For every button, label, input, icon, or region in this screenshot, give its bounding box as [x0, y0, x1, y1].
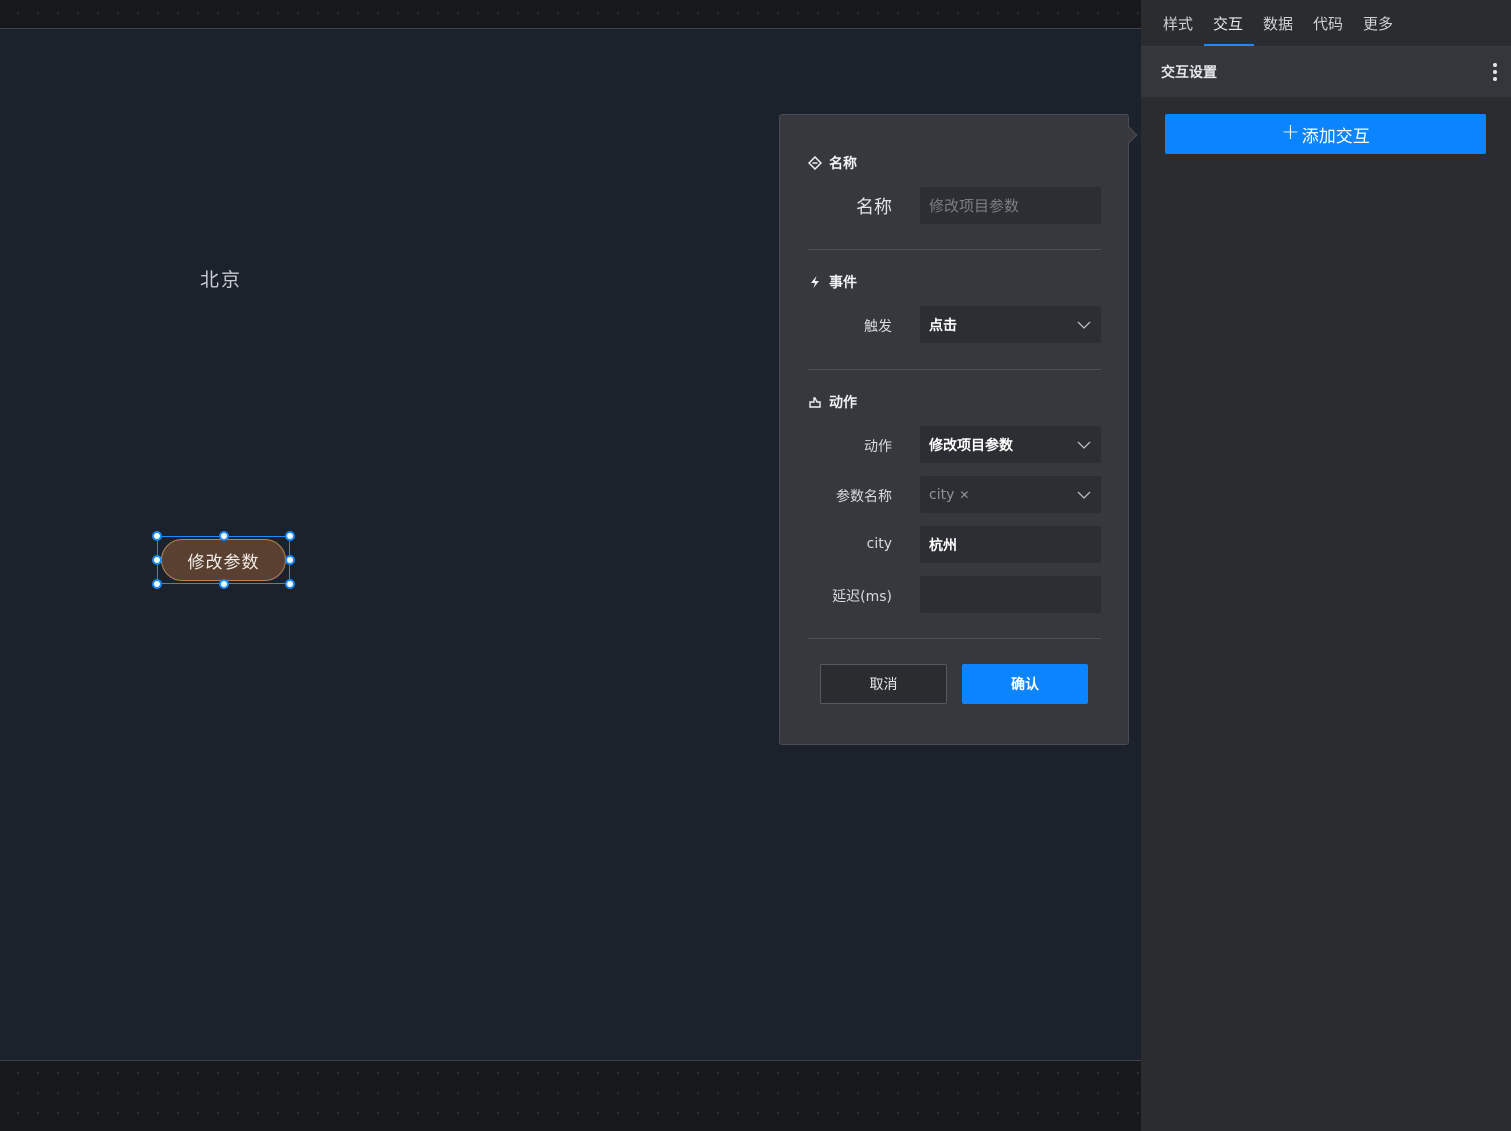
more-vertical-icon[interactable] [1491, 62, 1499, 82]
action-select-value: 修改项目参数 [929, 437, 1013, 454]
action-icon [809, 397, 821, 408]
divider [808, 638, 1101, 639]
modify-params-button-component[interactable]: 修改参数 [161, 539, 286, 581]
name-section-header: 名称 [808, 153, 857, 173]
action-label: 动作 [864, 439, 892, 455]
name-label: 名称 [856, 197, 892, 218]
chevron-down-icon [1077, 321, 1091, 329]
event-section-title: 事件 [829, 275, 857, 291]
trigger-select-value: 点击 [929, 317, 957, 334]
name-input-placeholder: 修改项目参数 [929, 197, 1020, 215]
remove-tag-icon[interactable]: ✕ [959, 488, 969, 502]
param-tag-label: city [929, 486, 955, 503]
selected-component-frame[interactable]: 修改参数 [152, 531, 295, 589]
resize-handle-left[interactable] [152, 555, 162, 565]
panel-tabs: 样式 交互 数据 代码 更多 [1141, 0, 1511, 47]
chevron-down-icon [1077, 491, 1091, 499]
plus-icon: + [1281, 120, 1300, 145]
divider [808, 249, 1101, 250]
delay-label: 延迟(ms) [832, 589, 892, 605]
param-name-select[interactable]: city ✕ [920, 476, 1101, 513]
text-component-city[interactable]: 北京 [200, 265, 242, 292]
cancel-button[interactable]: 取消 [820, 664, 947, 704]
resize-handle-top-left[interactable] [152, 531, 162, 541]
action-section-header: 动作 [808, 392, 857, 412]
tab-interaction[interactable]: 交互 [1203, 0, 1254, 46]
right-property-panel: 样式 交互 数据 代码 更多 交互设置 + 添加交互 [1141, 0, 1511, 1131]
interaction-settings-header: 交互设置 [1141, 47, 1511, 97]
chevron-down-icon [1077, 441, 1091, 449]
lightning-icon [811, 276, 819, 288]
trigger-label: 触发 [864, 319, 892, 335]
name-input[interactable]: 修改项目参数 [920, 187, 1101, 224]
resize-handle-top[interactable] [219, 531, 229, 541]
add-interaction-button[interactable]: + 添加交互 [1165, 114, 1486, 154]
divider [808, 369, 1101, 370]
delay-input[interactable] [920, 576, 1101, 613]
tab-style[interactable]: 样式 [1153, 0, 1203, 46]
action-section-title: 动作 [829, 395, 857, 411]
tab-code[interactable]: 代码 [1303, 0, 1353, 46]
city-value-input[interactable]: 杭州 [920, 526, 1101, 563]
add-interaction-label: 添加交互 [1301, 126, 1370, 147]
city-value-text: 杭州 [929, 537, 957, 554]
tab-data[interactable]: 数据 [1253, 0, 1303, 46]
resize-handle-bottom-right[interactable] [285, 579, 295, 589]
tab-more[interactable]: 更多 [1353, 0, 1403, 46]
name-section-title: 名称 [829, 156, 857, 172]
tag-icon [808, 156, 822, 170]
param-tag: city ✕ [929, 487, 969, 503]
resize-handle-bottom[interactable] [219, 579, 229, 589]
param-name-label: 参数名称 [836, 489, 892, 505]
section-title: 交互设置 [1161, 65, 1217, 81]
action-select[interactable]: 修改项目参数 [920, 426, 1101, 463]
interaction-editor-popover: 名称 名称 修改项目参数 事件 触发 点击 动作 动作 修改项目参数 参数名称 … [779, 114, 1138, 745]
resize-handle-right[interactable] [285, 555, 295, 565]
city-label: city [866, 536, 892, 552]
resize-handle-bottom-left[interactable] [152, 579, 162, 589]
trigger-select[interactable]: 点击 [920, 306, 1101, 343]
confirm-button[interactable]: 确认 [962, 664, 1088, 704]
event-section-header: 事件 [808, 272, 857, 292]
resize-handle-top-right[interactable] [285, 531, 295, 541]
